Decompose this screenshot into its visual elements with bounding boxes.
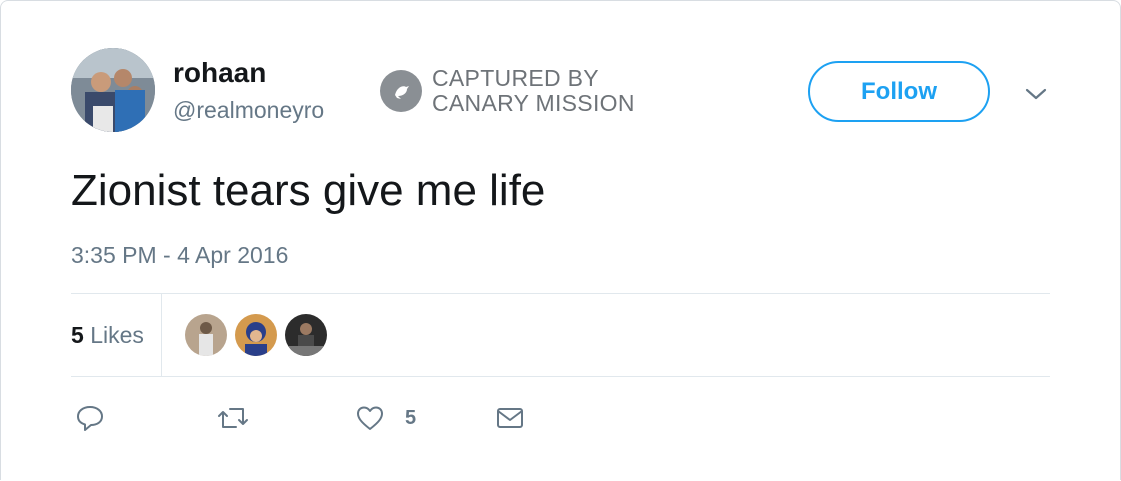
message-icon bbox=[497, 408, 523, 428]
likes-stat[interactable]: 5 Likes bbox=[71, 321, 144, 349]
watermark-line-2: CANARY MISSION bbox=[432, 90, 635, 116]
liker-avatars bbox=[185, 314, 335, 356]
heart-icon bbox=[357, 406, 383, 430]
tweet-timestamp[interactable]: 3:35 PM - 4 Apr 2016 bbox=[71, 240, 288, 270]
direct-message-button[interactable] bbox=[495, 398, 525, 438]
tweet-actions: 5 bbox=[71, 398, 571, 438]
user-handle[interactable]: @realmoneyro bbox=[173, 96, 324, 124]
watermark-text: CAPTURED BY CANARY MISSION bbox=[432, 66, 635, 116]
tweet-text: Zionist tears give me life bbox=[71, 166, 546, 215]
watermark-line-1: CAPTURED BY bbox=[432, 65, 599, 91]
display-name[interactable]: rohaan bbox=[173, 56, 266, 90]
tweet-stats: 5 Likes bbox=[71, 293, 1050, 377]
liker-avatar[interactable] bbox=[185, 314, 227, 356]
retweet-icon bbox=[218, 408, 248, 428]
likes-count: 5 bbox=[71, 322, 84, 348]
likes-label: Likes bbox=[90, 322, 144, 348]
reply-icon bbox=[77, 406, 103, 431]
avatar[interactable] bbox=[71, 48, 155, 132]
like-count: 5 bbox=[405, 406, 417, 429]
canary-mission-watermark: CAPTURED BY CANARY MISSION bbox=[380, 66, 635, 116]
canary-bird-icon bbox=[380, 70, 422, 112]
stats-divider bbox=[161, 294, 162, 376]
follow-button[interactable]: Follow bbox=[808, 61, 990, 122]
retweet-button[interactable] bbox=[216, 398, 250, 438]
liker-avatar[interactable] bbox=[285, 314, 327, 356]
liker-avatar[interactable] bbox=[235, 314, 277, 356]
chevron-down-icon[interactable] bbox=[1022, 80, 1050, 108]
like-button[interactable]: 5 bbox=[355, 398, 416, 438]
reply-button[interactable] bbox=[75, 398, 105, 438]
